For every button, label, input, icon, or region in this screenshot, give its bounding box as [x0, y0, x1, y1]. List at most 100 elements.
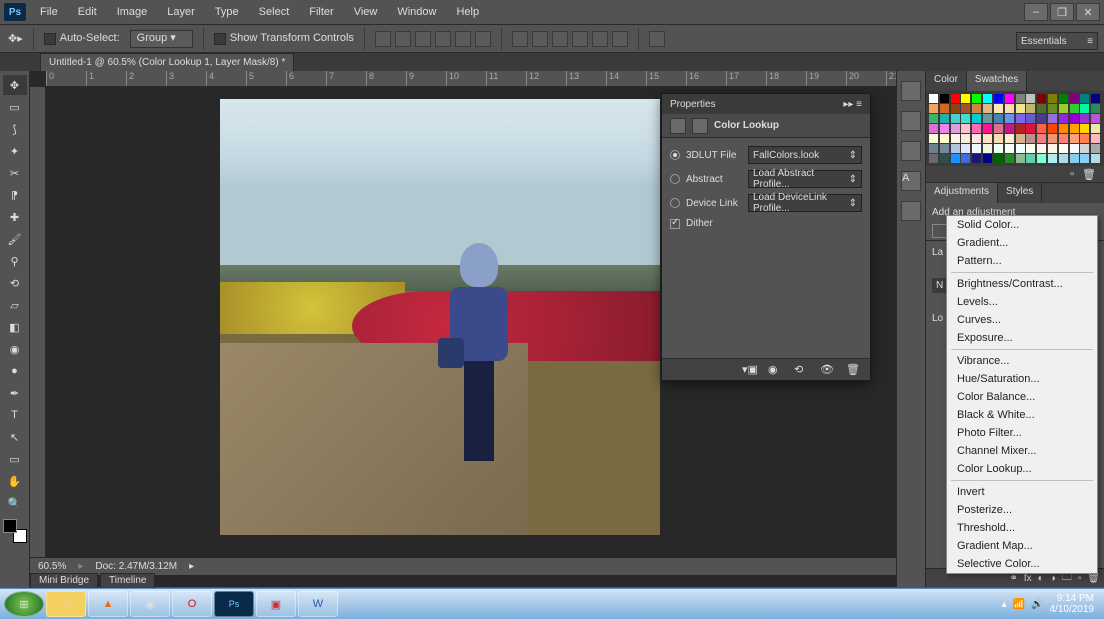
notes-panel-icon[interactable] [901, 201, 921, 221]
swatch[interactable] [929, 144, 938, 153]
swatch[interactable] [983, 104, 992, 113]
swatch[interactable] [972, 104, 981, 113]
swatch[interactable] [961, 104, 970, 113]
swatch[interactable] [1048, 154, 1057, 163]
swatch[interactable] [994, 104, 1003, 113]
hand-tool[interactable]: ✋ [3, 471, 27, 491]
adj-menu-item[interactable]: Channel Mixer... [947, 442, 1097, 460]
adj-menu-item[interactable]: Gradient Map... [947, 537, 1097, 555]
adj-menu-item[interactable]: Gradient... [947, 234, 1097, 252]
maximize-button[interactable]: ❐ [1050, 3, 1074, 21]
swatch[interactable] [940, 104, 949, 113]
swatch[interactable] [972, 144, 981, 153]
stamp-tool[interactable]: ⚲ [3, 251, 27, 271]
adj-menu-item[interactable]: Color Lookup... [947, 460, 1097, 478]
swatch[interactable] [1091, 94, 1100, 103]
swatch[interactable] [1016, 144, 1025, 153]
swatch[interactable] [1026, 94, 1035, 103]
3dlut-radio[interactable] [670, 150, 680, 160]
swatch[interactable] [1070, 124, 1079, 133]
swatch[interactable] [983, 154, 992, 163]
swatch[interactable] [994, 134, 1003, 143]
swatch[interactable] [1005, 144, 1014, 153]
word-icon[interactable]: W [298, 591, 338, 617]
mask-thumb-icon[interactable] [692, 118, 708, 134]
dither-checkbox[interactable] [670, 219, 680, 229]
shape-tool[interactable]: ▭ [3, 449, 27, 469]
delete-swatch-icon[interactable]: 🗑 [1082, 168, 1096, 181]
swatch[interactable] [1005, 114, 1014, 123]
swatch[interactable] [1070, 114, 1079, 123]
document-tab[interactable]: Untitled-1 @ 60.5% (Color Lookup 1, Laye… [40, 53, 294, 71]
swatch[interactable] [940, 124, 949, 133]
swatch[interactable] [961, 154, 970, 163]
swatch[interactable] [1005, 124, 1014, 133]
swatch[interactable] [1026, 124, 1035, 133]
show-transform-checkbox[interactable] [214, 33, 226, 45]
menu-help[interactable]: Help [446, 2, 489, 22]
paragraph-panel-icon[interactable] [901, 141, 921, 161]
swatch[interactable] [983, 114, 992, 123]
brush-panel-icon[interactable]: A [901, 171, 921, 191]
swatch[interactable] [994, 144, 1003, 153]
opera-icon[interactable]: O [172, 591, 212, 617]
mask-icon[interactable]: ◐ [1038, 573, 1044, 584]
swatch[interactable] [1037, 144, 1046, 153]
adj-menu-item[interactable]: Solid Color... [947, 216, 1097, 234]
auto-align-icon[interactable] [649, 31, 665, 47]
adj-menu-item[interactable]: Posterize... [947, 501, 1097, 519]
device-link-dropdown[interactable]: Load DeviceLink Profile...⇕ [748, 194, 862, 212]
swatch[interactable] [972, 134, 981, 143]
swatch[interactable] [1048, 114, 1057, 123]
swatch[interactable] [940, 134, 949, 143]
delete-layer-icon[interactable]: 🗑 [1087, 573, 1100, 584]
swatch[interactable] [983, 134, 992, 143]
swatch[interactable] [1070, 154, 1079, 163]
layer-thumb-icon[interactable] [670, 118, 686, 134]
swatch[interactable] [1091, 124, 1100, 133]
minimize-button[interactable]: – [1024, 3, 1048, 21]
swatch[interactable] [1026, 154, 1035, 163]
explorer-icon[interactable]: 🗀 [46, 591, 86, 617]
swatch[interactable] [961, 94, 970, 103]
color-tab[interactable]: Color [926, 71, 967, 91]
dist-left-icon[interactable] [572, 31, 588, 47]
adjustment-layer-menu[interactable]: Solid Color...Gradient...Pattern...Brigh… [946, 215, 1098, 574]
swatch[interactable] [1080, 154, 1089, 163]
auto-select-mode[interactable]: Group ▾ [130, 30, 193, 48]
collapse-panel-icon[interactable]: ▸▸ ≡ [843, 99, 862, 110]
swatch[interactable] [1059, 114, 1068, 123]
adj-menu-item[interactable]: Vibrance... [947, 352, 1097, 370]
mini-bridge-tab[interactable]: Mini Bridge [30, 573, 98, 589]
history-panel-icon[interactable] [901, 81, 921, 101]
swatch[interactable] [1091, 154, 1100, 163]
lasso-tool[interactable]: ⟆ [3, 119, 27, 139]
3dlut-dropdown[interactable]: FallColors.look⇕ [748, 146, 862, 164]
swatch[interactable] [961, 144, 970, 153]
swatch[interactable] [940, 154, 949, 163]
menu-image[interactable]: Image [107, 2, 158, 22]
swatch[interactable] [1091, 104, 1100, 113]
photoshop-taskbar-icon[interactable]: Ps [214, 591, 254, 617]
swatch[interactable] [1048, 104, 1057, 113]
swatch[interactable] [1059, 124, 1068, 133]
swatch[interactable] [929, 114, 938, 123]
swatch[interactable] [961, 134, 970, 143]
crop-tool[interactable]: ✂ [3, 163, 27, 183]
new-layer-icon[interactable]: ▫ [1078, 573, 1082, 584]
swatch[interactable] [1016, 104, 1025, 113]
swatch[interactable] [1080, 124, 1089, 133]
menu-type[interactable]: Type [205, 2, 249, 22]
swatch[interactable] [940, 114, 949, 123]
swatch[interactable] [1070, 144, 1079, 153]
vlc-icon[interactable]: ▲ [88, 591, 128, 617]
swatch[interactable] [1091, 114, 1100, 123]
dodge-tool[interactable]: ● [3, 361, 27, 381]
swatch[interactable] [1080, 94, 1089, 103]
swatch[interactable] [983, 94, 992, 103]
menu-file[interactable]: File [30, 2, 68, 22]
swatch[interactable] [1005, 104, 1014, 113]
swatch[interactable] [1005, 154, 1014, 163]
align-left-icon[interactable] [435, 31, 451, 47]
close-button[interactable]: ✕ [1076, 3, 1100, 21]
